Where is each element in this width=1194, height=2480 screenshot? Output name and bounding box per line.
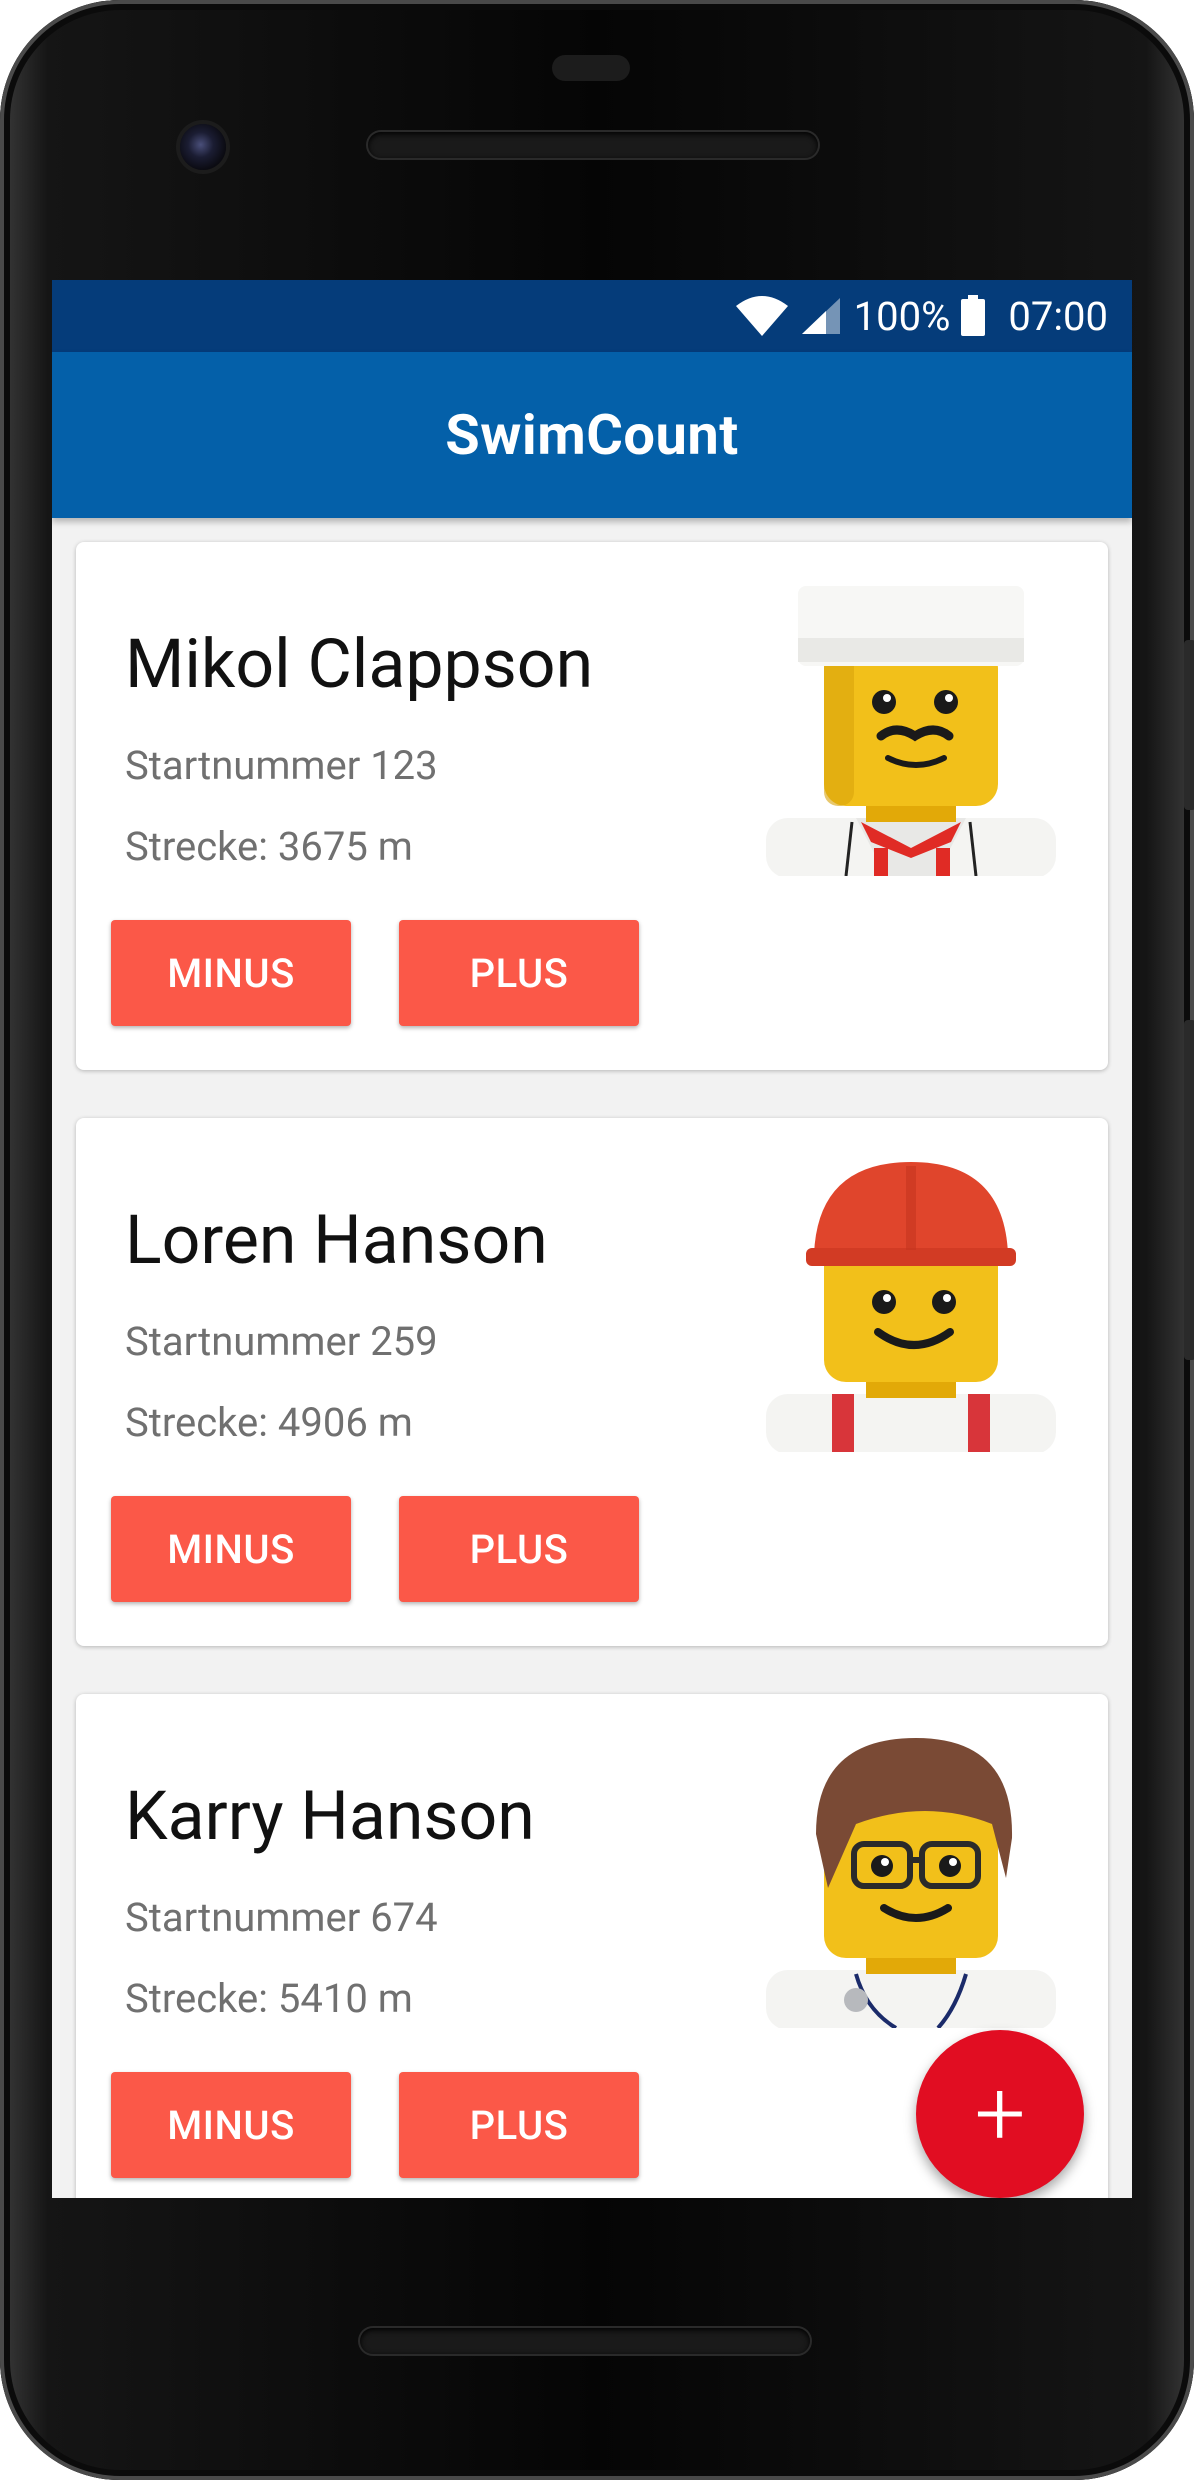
app-bar: SwimCount <box>52 352 1132 518</box>
phone-frame: 100% 07:00 SwimCount Mikol Clappson Star… <box>0 0 1194 2480</box>
volume-button <box>1184 1020 1194 1360</box>
battery-icon <box>960 295 986 337</box>
bottom-speaker <box>360 2328 810 2354</box>
power-button <box>1184 640 1194 810</box>
distance: Strecke: 3675 m <box>125 823 413 870</box>
minus-button[interactable]: MINUS <box>111 920 351 1026</box>
start-number: Startnummer 123 <box>125 742 438 789</box>
wifi-icon <box>734 294 790 338</box>
distance: Strecke: 5410 m <box>125 1975 413 2022</box>
minus-button[interactable]: MINUS <box>111 1496 351 1602</box>
earpiece-speaker <box>368 132 818 158</box>
front-camera-icon <box>180 124 226 170</box>
swimmer-name: Loren Hanson <box>125 1200 548 1280</box>
clock: 07:00 <box>1008 292 1108 340</box>
swimmer-card: Loren Hanson Startnummer 259 Strecke: 49… <box>76 1118 1108 1646</box>
minus-button[interactable]: MINUS <box>111 2072 351 2178</box>
screen: 100% 07:00 SwimCount Mikol Clappson Star… <box>52 280 1132 2198</box>
lego-doctor-icon <box>766 1738 1056 2030</box>
plus-button[interactable]: PLUS <box>399 2072 639 2178</box>
battery-percent: 100% <box>853 292 951 340</box>
app-title: SwimCount <box>445 402 739 468</box>
lego-builder-icon <box>766 1162 1056 1454</box>
plus-button[interactable]: PLUS <box>399 920 639 1026</box>
signal-icon <box>800 296 844 336</box>
swimmer-card: Mikol Clappson Startnummer 123 Strecke: … <box>76 542 1108 1070</box>
lego-chef-icon <box>766 586 1056 878</box>
start-number: Startnummer 674 <box>125 1894 438 1941</box>
start-number: Startnummer 259 <box>125 1318 438 1365</box>
plus-button[interactable]: PLUS <box>399 1496 639 1602</box>
swimmer-name: Karry Hanson <box>125 1776 535 1856</box>
status-bar: 100% 07:00 <box>52 280 1132 352</box>
distance: Strecke: 4906 m <box>125 1399 413 1446</box>
add-icon: + <box>974 2061 1026 2166</box>
swimmer-name: Mikol Clappson <box>125 624 594 704</box>
proximity-sensor <box>552 55 630 81</box>
add-swimmer-button[interactable]: + <box>916 2030 1084 2198</box>
